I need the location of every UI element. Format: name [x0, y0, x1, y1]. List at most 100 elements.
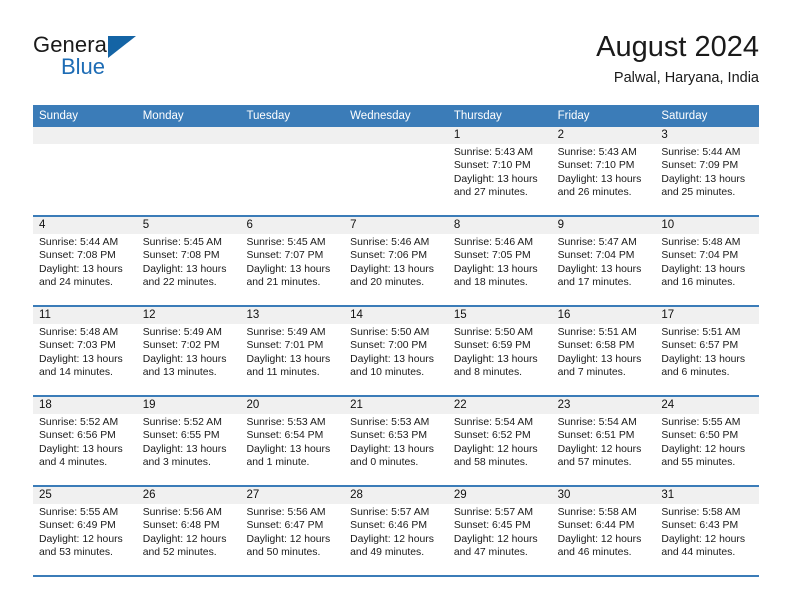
day-number: 4	[33, 217, 137, 234]
day-details: Sunrise: 5:53 AM Sunset: 6:54 PM Daylight:…	[240, 414, 344, 470]
daylight-text-line1: Daylight: 13 hours	[142, 263, 227, 275]
day-cell[interactable]: 31 Sunrise: 5:58 AM Sunset: 6:43 PM Dayligh…	[655, 487, 760, 575]
day-cell[interactable]: 24 Sunrise: 5:55 AM Sunset: 6:50 PM Dayligh…	[655, 397, 760, 485]
day-details: Sunrise: 5:47 AM Sunset: 7:04 PM Daylight:…	[552, 234, 656, 290]
day-cell[interactable]: 26 Sunrise: 5:56 AM Sunset: 6:48 PM Dayligh…	[136, 487, 241, 575]
day-number: 11	[33, 307, 137, 324]
day-cell[interactable]: 25 Sunrise: 5:55 AM Sunset: 6:49 PM Dayligh…	[33, 487, 137, 575]
daylight-text-line2: and 55 minutes.	[661, 457, 736, 469]
daylight-text-line2: and 10 minutes.	[350, 367, 425, 379]
sunset-text: Sunset: 7:02 PM	[142, 340, 220, 352]
day-cell[interactable]: 15 Sunrise: 5:50 AM Sunset: 6:59 PM Dayligh…	[447, 307, 552, 395]
day-cell[interactable]: 19 Sunrise: 5:52 AM Sunset: 6:55 PM Dayligh…	[136, 397, 241, 485]
daylight-text-line2: and 4 minutes.	[39, 457, 108, 469]
weekday-header-tuesday: Tuesday	[246, 110, 291, 122]
day-number: 2	[551, 127, 656, 144]
day-cell[interactable]: 9 Sunrise: 5:47 AM Sunset: 7:04 PM Daylight…	[551, 217, 656, 305]
day-cell[interactable]: 14 Sunrise: 5:50 AM Sunset: 7:00 PM Dayligh…	[344, 307, 448, 395]
sunset-text: Sunset: 6:56 PM	[39, 430, 116, 442]
sunrise-text: Sunrise: 5:57 AM	[453, 507, 534, 518]
day-cell[interactable]: 12 Sunrise: 5:49 AM Sunset: 7:02 PM Dayligh…	[136, 307, 241, 395]
weekday-header-thursday: Thursday	[453, 110, 502, 122]
calendar-week-row: 11 Sunrise: 5:48 AM Sunset: 7:03 PM Dayligh…	[33, 307, 760, 397]
daylight-text-line2: and 27 minutes.	[453, 187, 528, 199]
daylight-text-line2: and 11 minutes.	[246, 367, 320, 379]
day-cell[interactable]: 17 Sunrise: 5:51 AM Sunset: 6:57 PM Dayligh…	[655, 307, 760, 395]
day-cell[interactable]: 13 Sunrise: 5:49 AM Sunset: 7:01 PM Dayligh…	[240, 307, 345, 395]
sunrise-text: Sunrise: 5:51 AM	[557, 327, 637, 338]
daylight-text-line2: and 18 minutes.	[453, 277, 528, 289]
day-details: Sunrise: 5:57 AM Sunset: 6:46 PM Daylight:…	[344, 504, 448, 560]
sunrise-text: Sunrise: 5:54 AM	[557, 417, 637, 428]
general-blue-logo[interactable]: General Blue	[33, 32, 253, 88]
daylight-text-line2: and 58 minutes.	[453, 457, 528, 469]
day-cell[interactable]: 23 Sunrise: 5:54 AM Sunset: 6:51 PM Dayligh…	[551, 397, 656, 485]
daylight-text-line1: Daylight: 13 hours	[453, 353, 538, 365]
day-details: Sunrise: 5:52 AM Sunset: 6:56 PM Daylight:…	[33, 414, 137, 470]
day-cell[interactable]: 7 Sunrise: 5:46 AM Sunset: 7:06 PM Daylight…	[344, 217, 448, 305]
daylight-text-line1: Daylight: 12 hours	[39, 533, 123, 545]
day-details: Sunrise: 5:46 AM Sunset: 7:06 PM Daylight:…	[344, 234, 448, 290]
day-cell[interactable]: 16 Sunrise: 5:51 AM Sunset: 6:58 PM Dayligh…	[551, 307, 656, 395]
sunset-text: Sunset: 7:03 PM	[39, 340, 116, 352]
day-cell[interactable]: 1 Sunrise: 5:43 AM Sunset: 7:10 PM Daylight…	[447, 127, 552, 215]
day-cell[interactable]: 20 Sunrise: 5:53 AM Sunset: 6:54 PM Dayligh…	[240, 397, 345, 485]
sunset-text: Sunset: 6:51 PM	[557, 430, 635, 442]
day-cell[interactable]: 10 Sunrise: 5:48 AM Sunset: 7:04 PM Dayligh…	[655, 217, 760, 305]
day-number: 25	[33, 487, 137, 504]
day-cell[interactable]: 11 Sunrise: 5:48 AM Sunset: 7:03 PM Dayligh…	[33, 307, 137, 395]
sunset-text: Sunset: 6:54 PM	[246, 430, 324, 442]
day-details: Sunrise: 5:50 AM Sunset: 6:59 PM Daylight:…	[448, 324, 552, 380]
sunset-text: Sunset: 6:52 PM	[453, 430, 531, 442]
day-cell[interactable]: 29 Sunrise: 5:57 AM Sunset: 6:45 PM Dayligh…	[447, 487, 552, 575]
day-number	[136, 127, 241, 144]
daylight-text-line2: and 0 minutes.	[350, 457, 419, 469]
day-number: 31	[655, 487, 760, 504]
daylight-text-line2: and 46 minutes.	[557, 547, 632, 559]
day-details: Sunrise: 5:43 AM Sunset: 7:10 PM Daylight:…	[448, 144, 552, 200]
day-cell[interactable]: 5 Sunrise: 5:45 AM Sunset: 7:08 PM Daylight…	[136, 217, 241, 305]
daylight-text-line2: and 49 minutes.	[350, 547, 425, 559]
day-cell[interactable]: 6 Sunrise: 5:45 AM Sunset: 7:07 PM Daylight…	[240, 217, 345, 305]
sunset-text: Sunset: 6:55 PM	[142, 430, 220, 442]
sunrise-text: Sunrise: 5:48 AM	[661, 237, 741, 248]
day-cell[interactable]: 3 Sunrise: 5:44 AM Sunset: 7:09 PM Daylight…	[655, 127, 760, 215]
daylight-text-line1: Daylight: 13 hours	[142, 443, 227, 455]
page-title: August 2024	[596, 31, 759, 63]
day-cell[interactable]: 8 Sunrise: 5:46 AM Sunset: 7:05 PM Daylight…	[447, 217, 552, 305]
day-number: 12	[136, 307, 241, 324]
daylight-text-line2: and 13 minutes.	[142, 367, 217, 379]
day-number: 15	[447, 307, 552, 324]
daylight-text-line2: and 22 minutes.	[142, 277, 217, 289]
daylight-text-line1: Daylight: 13 hours	[246, 443, 331, 455]
daylight-text-line1: Daylight: 13 hours	[39, 353, 123, 365]
sunset-text: Sunset: 6:57 PM	[661, 340, 739, 352]
day-cell[interactable]: 30 Sunrise: 5:58 AM Sunset: 6:44 PM Dayligh…	[551, 487, 656, 575]
sunset-text: Sunset: 7:10 PM	[453, 160, 531, 172]
day-cell[interactable]: 28 Sunrise: 5:57 AM Sunset: 6:46 PM Dayligh…	[344, 487, 448, 575]
day-details: Sunrise: 5:44 AM Sunset: 7:09 PM Daylight:…	[655, 144, 759, 200]
day-details: Sunrise: 5:57 AM Sunset: 6:45 PM Daylight:…	[448, 504, 552, 560]
sunset-text: Sunset: 6:59 PM	[453, 340, 531, 352]
day-number: 28	[344, 487, 448, 504]
weekday-header-wednesday: Wednesday	[350, 110, 411, 122]
daylight-text-line1: Daylight: 13 hours	[39, 443, 123, 455]
daylight-text-line2: and 20 minutes.	[350, 277, 425, 289]
day-cell[interactable]: 21 Sunrise: 5:53 AM Sunset: 6:53 PM Dayligh…	[344, 397, 448, 485]
day-number: 26	[136, 487, 241, 504]
day-cell[interactable]: 27 Sunrise: 5:56 AM Sunset: 6:47 PM Dayligh…	[240, 487, 345, 575]
daylight-text-line1: Daylight: 13 hours	[246, 353, 331, 365]
day-cell[interactable]: 4 Sunrise: 5:44 AM Sunset: 7:08 PM Daylight…	[33, 217, 137, 305]
day-cell[interactable]: 22 Sunrise: 5:54 AM Sunset: 6:52 PM Dayligh…	[447, 397, 552, 485]
daylight-text-line2: and 57 minutes.	[557, 457, 632, 469]
daylight-text-line2: and 52 minutes.	[142, 547, 217, 559]
sunset-text: Sunset: 7:09 PM	[661, 160, 739, 172]
day-cell[interactable]: 2 Sunrise: 5:43 AM Sunset: 7:10 PM Daylight…	[551, 127, 656, 215]
daylight-text-line1: Daylight: 12 hours	[557, 443, 642, 455]
day-details: Sunrise: 5:55 AM Sunset: 6:50 PM Daylight:…	[655, 414, 759, 470]
sunrise-text: Sunrise: 5:54 AM	[453, 417, 534, 428]
daylight-text-line2: and 44 minutes.	[661, 547, 736, 559]
day-cell[interactable]: 18 Sunrise: 5:52 AM Sunset: 6:56 PM Dayligh…	[33, 397, 137, 485]
sunrise-text: Sunrise: 5:52 AM	[39, 417, 119, 428]
daylight-text-line1: Daylight: 12 hours	[453, 443, 538, 455]
